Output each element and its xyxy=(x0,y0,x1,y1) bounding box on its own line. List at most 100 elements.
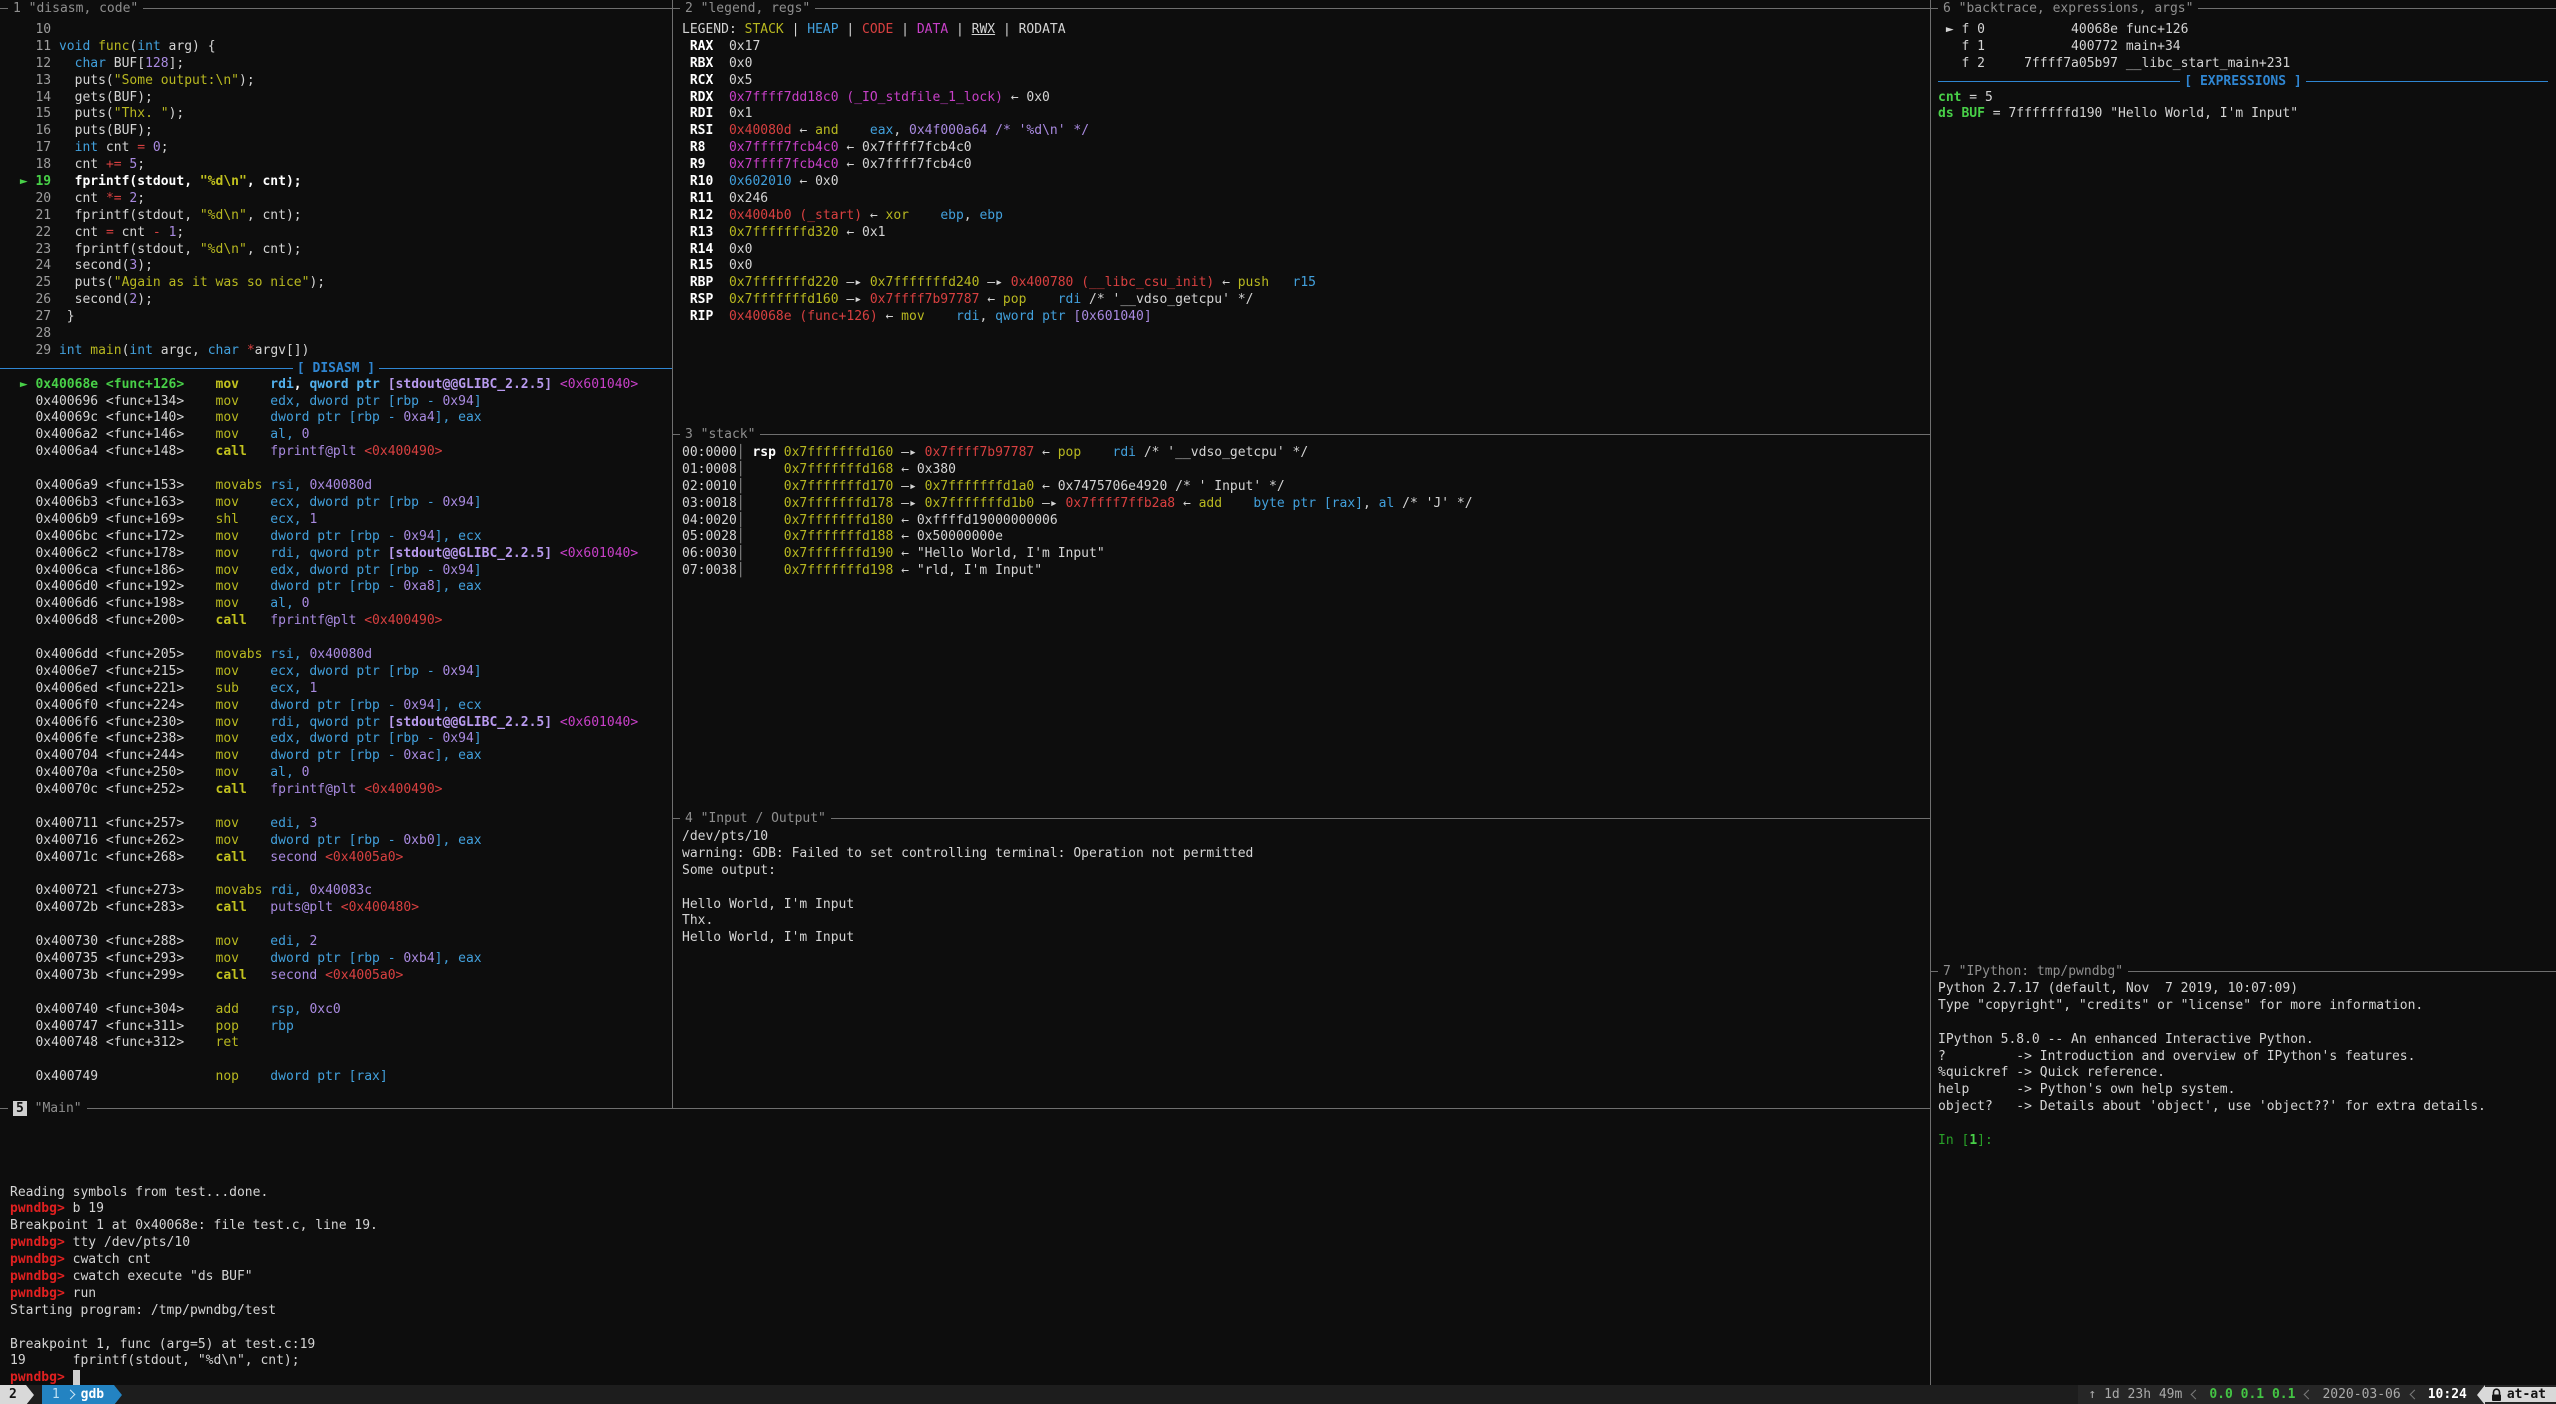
pane-border-vertical-right-column[interactable] xyxy=(1930,0,1931,1385)
pane-title-main[interactable]: 5 "Main" xyxy=(8,1100,87,1117)
expressions-section-label: [ EXPRESSIONS ] xyxy=(2184,74,2301,89)
terminal-line: 0x400696 <func+134> mov edx, dword ptr [… xyxy=(12,394,672,411)
chevron-left-icon xyxy=(2409,1390,2419,1400)
terminal-line: 0x40071c <func+268> call second <0x4005a… xyxy=(12,850,672,867)
pane-input-output[interactable]: /dev/pts/10warning: GDB: Failed to set c… xyxy=(682,829,1930,947)
pane-border-main-top[interactable] xyxy=(0,1108,1930,1109)
powerline-arrow-icon xyxy=(114,1385,122,1404)
terminal-line: 01:0008│ 0x7fffffffd168 ← 0x380 xyxy=(682,462,1930,479)
terminal-line xyxy=(12,917,672,934)
pane-legend-regs[interactable]: LEGEND: STACK | HEAP | CODE | DATA | RWX… xyxy=(682,22,1930,326)
terminal-line: 0x4006ca <func+186> mov edx, dword ptr [… xyxy=(12,563,672,580)
pane-title-disasm-code[interactable]: 1 "disasm, code" xyxy=(8,0,143,17)
terminal-line: 0x4006b9 <func+169> shl ecx, 1 xyxy=(12,512,672,529)
terminal-line: 00:0000│ rsp 0x7fffffffd160 —▸ 0x7ffff7b… xyxy=(682,445,1930,462)
pane-border-io-top[interactable] xyxy=(672,818,1930,819)
pane-title-backtrace[interactable]: 6 "backtrace, expressions, args" xyxy=(1938,0,2198,17)
terminal-line xyxy=(10,1151,1920,1168)
ipython-listing: Python 2.7.17 (default, Nov 7 2019, 10:0… xyxy=(1938,981,2548,1150)
terminal-line: pwndbg> b 19 xyxy=(10,1201,1920,1218)
pane-number: 1 xyxy=(13,1,21,16)
terminal-line: 15 puts("Thx. "); xyxy=(12,106,672,123)
tmux-status-bar: 2 1 gdb ↑ 1d 23h 49m 0.0 0.1 0.1 2020-03… xyxy=(0,1385,2556,1404)
terminal-line: 05:0028│ 0x7fffffffd188 ← 0x50000000e xyxy=(682,529,1930,546)
pane-border-stack-top[interactable] xyxy=(672,434,1930,435)
terminal-line: ► f 0 40068e func+126 xyxy=(1938,22,2548,39)
terminal-line: 0x4006a9 <func+153> movabs rsi, 0x40080d xyxy=(12,478,672,495)
terminal-line xyxy=(10,1134,1920,1151)
terminal-line: 0x400721 <func+273> movabs rdi, 0x40083c xyxy=(12,883,672,900)
window-index: 1 xyxy=(52,1387,60,1402)
pane-title-input-output[interactable]: 4 "Input / Output" xyxy=(680,810,831,827)
chevron-left-icon xyxy=(2304,1390,2314,1400)
pane-title-label: "disasm, code" xyxy=(29,1,139,16)
chevron-left-icon xyxy=(2191,1390,2201,1400)
terminal-line: 0x4006f6 <func+230> mov rdi, qword ptr [… xyxy=(12,715,672,732)
terminal-line: pwndbg> cwatch execute "ds BUF" xyxy=(10,1269,1920,1286)
pane-border-vertical-left-column[interactable] xyxy=(672,0,673,1108)
terminal-line: 0x4006d6 <func+198> mov al, 0 xyxy=(12,596,672,613)
terminal-line: 0x400704 <func+244> mov dword ptr [rbp -… xyxy=(12,748,672,765)
window-tab-gdb[interactable]: 1 gdb xyxy=(42,1385,114,1404)
pane-stack[interactable]: 00:0000│ rsp 0x7fffffffd160 —▸ 0x7ffff7b… xyxy=(682,445,1930,580)
terminal-line: 14 gets(BUF); xyxy=(12,90,672,107)
terminal-line: 0x400747 <func+311> pop rbp xyxy=(12,1019,672,1036)
terminal-line: 19 fprintf(stdout, "%d\n", cnt); xyxy=(10,1353,1920,1370)
terminal-line: ? -> Introduction and overview of IPytho… xyxy=(1938,1049,2548,1066)
pane-disasm-code[interactable]: 10 11 void func(int arg) { 12 char BUF[1… xyxy=(0,22,672,1086)
terminal-line: f 2 7ffff7a05b97 __libc_start_main+231 xyxy=(1938,56,2548,73)
terminal-line: 11 void func(int arg) { xyxy=(12,39,672,56)
terminal-line: ds BUF = 7fffffffd190 "Hello World, I'm … xyxy=(1938,106,2548,123)
terminal-line: 21 fprintf(stdout, "%d\n", cnt); xyxy=(12,208,672,225)
pane-title-label: "IPython: tmp/pwndbg" xyxy=(1959,964,2123,979)
pane-ipython[interactable]: Python 2.7.17 (default, Nov 7 2019, 10:0… xyxy=(1938,981,2548,1150)
expressions-section-divider: [ EXPRESSIONS ] xyxy=(1938,73,2548,90)
session-badge[interactable]: 2 xyxy=(0,1385,26,1404)
terminal-line: 22 cnt = cnt - 1; xyxy=(12,225,672,242)
pane-title-ipython[interactable]: 7 "IPython: tmp/pwndbg" xyxy=(1938,963,2128,980)
terminal-line: 16 puts(BUF); xyxy=(12,123,672,140)
backtrace-listing: ► f 0 40068e func+126 f 1 400772 main+34… xyxy=(1938,22,2548,73)
program-io-listing: /dev/pts/10warning: GDB: Failed to set c… xyxy=(682,829,1930,947)
terminal-line: /dev/pts/10 xyxy=(682,829,1930,846)
pane-number: 6 xyxy=(1943,1,1951,16)
hostname-badge: at-at xyxy=(2485,1387,2556,1402)
pane-title-stack[interactable]: 3 "stack" xyxy=(680,426,760,443)
hostname-label: at-at xyxy=(2507,1387,2546,1402)
terminal-line: object? -> Details about 'object', use '… xyxy=(1938,1099,2548,1116)
terminal-line xyxy=(1938,1116,2548,1133)
terminal-line: 0x400711 <func+257> mov edi, 3 xyxy=(12,816,672,833)
pane-main-console[interactable]: Reading symbols from test...done.pwndbg>… xyxy=(10,1117,1920,1387)
disasm-section-label: [ DISASM ] xyxy=(297,361,375,376)
terminal-line: Reading symbols from test...done. xyxy=(10,1185,1920,1202)
terminal-line: 0x4006a4 <func+148> call fprintf@plt <0x… xyxy=(12,444,672,461)
terminal-line: Thx. xyxy=(682,913,1930,930)
terminal-line: R8 0x7ffff7fcb4c0 ← 0x7ffff7fcb4c0 xyxy=(682,140,1930,157)
terminal-line: IPython 5.8.0 -- An enhanced Interactive… xyxy=(1938,1032,2548,1049)
terminal-line: Breakpoint 1 at 0x40068e: file test.c, l… xyxy=(10,1218,1920,1235)
terminal-line: 0x4006d8 <func+200> call fprintf@plt <0x… xyxy=(12,613,672,630)
terminal-line xyxy=(12,985,672,1002)
terminal-line: 0x40070c <func+252> call fprintf@plt <0x… xyxy=(12,782,672,799)
terminal-line: 24 second(3); xyxy=(12,258,672,275)
pane-backtrace-expressions[interactable]: ► f 0 40068e func+126 f 1 400772 main+34… xyxy=(1938,22,2548,123)
terminal-line: R9 0x7ffff7fcb4c0 ← 0x7ffff7fcb4c0 xyxy=(682,157,1930,174)
stack-listing: 00:0000│ rsp 0x7fffffffd160 —▸ 0x7ffff7b… xyxy=(682,445,1930,580)
load-average: 0.0 0.1 0.1 xyxy=(2209,1387,2295,1402)
terminal-line: %quickref -> Quick reference. xyxy=(1938,1065,2548,1082)
terminal-line: RIP 0x40068e (func+126) ← mov rdi, qword… xyxy=(682,309,1930,326)
pane-title-legend-regs[interactable]: 2 "legend, regs" xyxy=(680,0,815,17)
terminal-line: RDI 0x1 xyxy=(682,106,1930,123)
powerline-arrow-icon xyxy=(26,1385,34,1404)
terminal-line: 27 } xyxy=(12,309,672,326)
chevron-right-icon xyxy=(65,1390,75,1400)
terminal-line: 0x4006f0 <func+224> mov dword ptr [rbp -… xyxy=(12,698,672,715)
terminal-line: 0x400740 <func+304> add rsp, 0xc0 xyxy=(12,1002,672,1019)
terminal-line: ► 0x40068e <func+126> mov rdi, qword ptr… xyxy=(12,377,672,394)
terminal-line: 0x4006b3 <func+163> mov ecx, dword ptr [… xyxy=(12,495,672,512)
terminal-line: pwndbg> cwatch cnt xyxy=(10,1252,1920,1269)
terminal-line: 0x4006dd <func+205> movabs rsi, 0x40080d xyxy=(12,647,672,664)
terminal-line: RSI 0x40080d ← and eax, 0x4f000a64 /* '%… xyxy=(682,123,1930,140)
terminal-line: RSP 0x7fffffffd160 —▸ 0x7ffff7b97787 ← p… xyxy=(682,292,1930,309)
terminal-line: 07:0038│ 0x7fffffffd198 ← "rld, I'm Inpu… xyxy=(682,563,1930,580)
